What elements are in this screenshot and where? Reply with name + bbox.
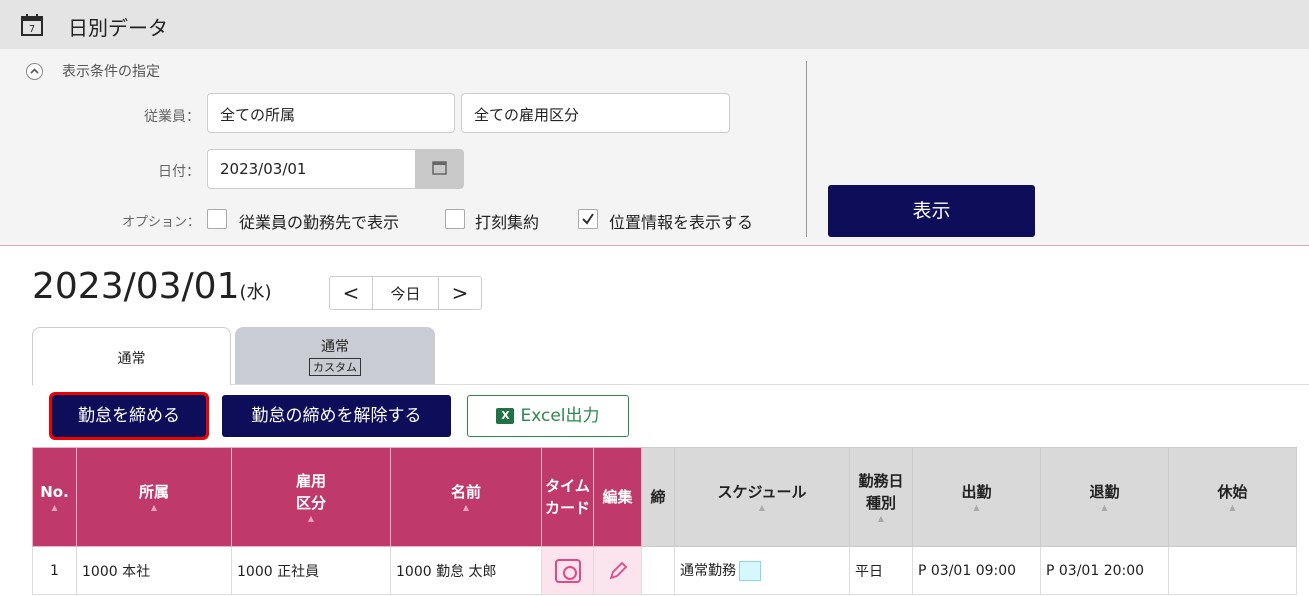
excel-export-button[interactable]: X Excel出力: [467, 395, 629, 437]
svg-text:7: 7: [29, 24, 35, 35]
prev-day-button[interactable]: <: [330, 277, 372, 309]
day-of-week: (水): [239, 282, 272, 303]
options-label: オプション：: [121, 215, 200, 230]
cell-emp-type: 1000 正社員: [231, 546, 391, 595]
employee-label: 従業員：: [144, 109, 200, 125]
option-aggregate-checkbox[interactable]: [445, 209, 465, 229]
col-header-edit: 編集: [593, 447, 642, 547]
show-button[interactable]: 表示: [828, 185, 1035, 237]
col-header-break-start[interactable]: 休始 ▲: [1168, 447, 1297, 547]
filter-panel: 表示条件の指定 従業員： 全ての所属 全ての雇用区分 日付： 2023/03/0…: [0, 49, 1309, 246]
col-header-dept-label: 所属: [138, 483, 169, 501]
col-header-no-label: No.: [40, 483, 69, 501]
sort-icon: ▲: [758, 503, 766, 512]
col-header-clock-in[interactable]: 出勤 ▲: [912, 447, 1041, 547]
calendar-small-icon: [432, 161, 447, 175]
title-bar: 7 日別データ: [0, 0, 1309, 49]
sort-icon: ▲: [150, 503, 158, 512]
date-picker-button[interactable]: [415, 149, 464, 189]
date-navigator: < 今日 >: [329, 276, 482, 310]
tab-normal-custom[interactable]: 通常 カスタム: [235, 327, 435, 385]
col-header-closed-label: 締: [650, 488, 666, 506]
col-header-timecard: タイム カード: [541, 447, 594, 547]
cell-name: 1000 勤怠 太郎: [390, 546, 542, 595]
panel-divider: [806, 61, 807, 237]
close-attendance-button[interactable]: 勤怠を締める: [49, 392, 209, 440]
col-header-closed: 締: [641, 447, 675, 547]
tab-baseline: [231, 384, 1309, 385]
timecard-icon[interactable]: [554, 558, 581, 583]
col-header-no[interactable]: No. ▲: [32, 447, 77, 547]
department-select[interactable]: 全ての所属: [207, 93, 455, 133]
tab-normal[interactable]: 通常: [32, 327, 231, 385]
cell-day-type: 平日: [849, 546, 913, 595]
cell-schedule: 通常勤務: [674, 546, 850, 595]
cell-clock-in[interactable]: P 03/01 09:00: [912, 546, 1041, 595]
today-button[interactable]: 今日: [372, 277, 439, 309]
cell-no: 1: [32, 546, 77, 595]
option-workplace-label: 従業員の勤務先で表示: [239, 213, 400, 232]
col-header-edit-label: 編集: [602, 488, 633, 506]
tab-custom-label: 通常: [321, 339, 349, 355]
sort-icon: ▲: [1101, 503, 1108, 512]
date-label: 日付：: [158, 164, 200, 180]
sort-icon: ▲: [462, 503, 470, 512]
col-header-emp-type[interactable]: 雇用 区分 ▲: [231, 447, 391, 547]
col-header-clock-out-label: 退勤: [1089, 483, 1120, 501]
col-header-dept[interactable]: 所属 ▲: [76, 447, 232, 547]
col-header-clock-out[interactable]: 退勤 ▲: [1040, 447, 1169, 547]
col-header-day-type[interactable]: 勤務日 種別 ▲: [849, 447, 913, 547]
current-date: 2023/03/01(水): [32, 266, 272, 307]
unclose-attendance-button[interactable]: 勤怠の締めを解除する: [222, 395, 451, 437]
daily-data-table: No. ▲ 所属 ▲ 雇用 区分 ▲ 名前 ▲ タイム カード 編集 締 スケジュール ▲…: [32, 447, 1297, 595]
col-header-emp-type-label: 雇用 区分: [295, 472, 326, 512]
date-input[interactable]: 2023/03/01: [207, 149, 417, 189]
col-header-schedule[interactable]: スケジュール ▲: [674, 447, 850, 547]
sort-icon: ▲: [877, 514, 885, 523]
check-icon: [582, 213, 594, 225]
pencil-icon[interactable]: [607, 560, 629, 582]
col-header-timecard-label: タイム カード: [544, 477, 590, 517]
cell-clock-out[interactable]: P 03/01 20:00: [1040, 546, 1169, 595]
excel-icon: X: [496, 408, 515, 424]
cell-timecard[interactable]: [541, 546, 594, 595]
schedule-color-swatch: [739, 561, 761, 581]
option-location-checkbox[interactable]: [578, 209, 598, 229]
sort-icon: ▲: [51, 503, 58, 512]
cell-edit[interactable]: [593, 546, 642, 595]
sort-icon: ▲: [973, 503, 980, 512]
filter-toggle-label[interactable]: 表示条件の指定: [62, 61, 160, 81]
col-header-day-type-label: 勤務日 種別: [858, 472, 904, 512]
tab-normal-label: 通常: [117, 351, 146, 367]
cell-closed: [641, 546, 675, 595]
option-workplace-checkbox[interactable]: [207, 209, 227, 229]
employment-type-select[interactable]: 全ての雇用区分: [461, 93, 730, 133]
next-day-button[interactable]: >: [439, 277, 481, 309]
current-date-text: 2023/03/01: [32, 266, 240, 307]
cell-dept: 1000 本社: [76, 546, 232, 595]
sort-icon: ▲: [1229, 503, 1236, 512]
option-aggregate-label: 打刻集約: [475, 213, 540, 232]
col-header-break-start-label: 休始: [1217, 483, 1248, 501]
page-title: 日別データ: [68, 16, 168, 40]
option-location-label: 位置情報を表示する: [609, 213, 754, 232]
cell-break-start[interactable]: [1168, 546, 1297, 595]
collapse-toggle-icon[interactable]: [26, 63, 43, 80]
sort-icon: ▲: [307, 514, 315, 523]
schedule-label: 通常勤務: [680, 563, 736, 579]
table-row: 1 1000 本社 1000 正社員 1000 勤怠 太郎 通常勤務 平日 P …: [32, 546, 1297, 595]
calendar-icon: 7: [21, 14, 43, 36]
tab-custom-sublabel: カスタム: [309, 358, 361, 376]
excel-export-label: Excel出力: [520, 406, 600, 426]
col-header-name-label: 名前: [450, 483, 481, 501]
col-header-clock-in-label: 出勤: [961, 483, 992, 501]
col-header-schedule-label: スケジュール: [717, 483, 807, 501]
col-header-name[interactable]: 名前 ▲: [390, 447, 542, 547]
